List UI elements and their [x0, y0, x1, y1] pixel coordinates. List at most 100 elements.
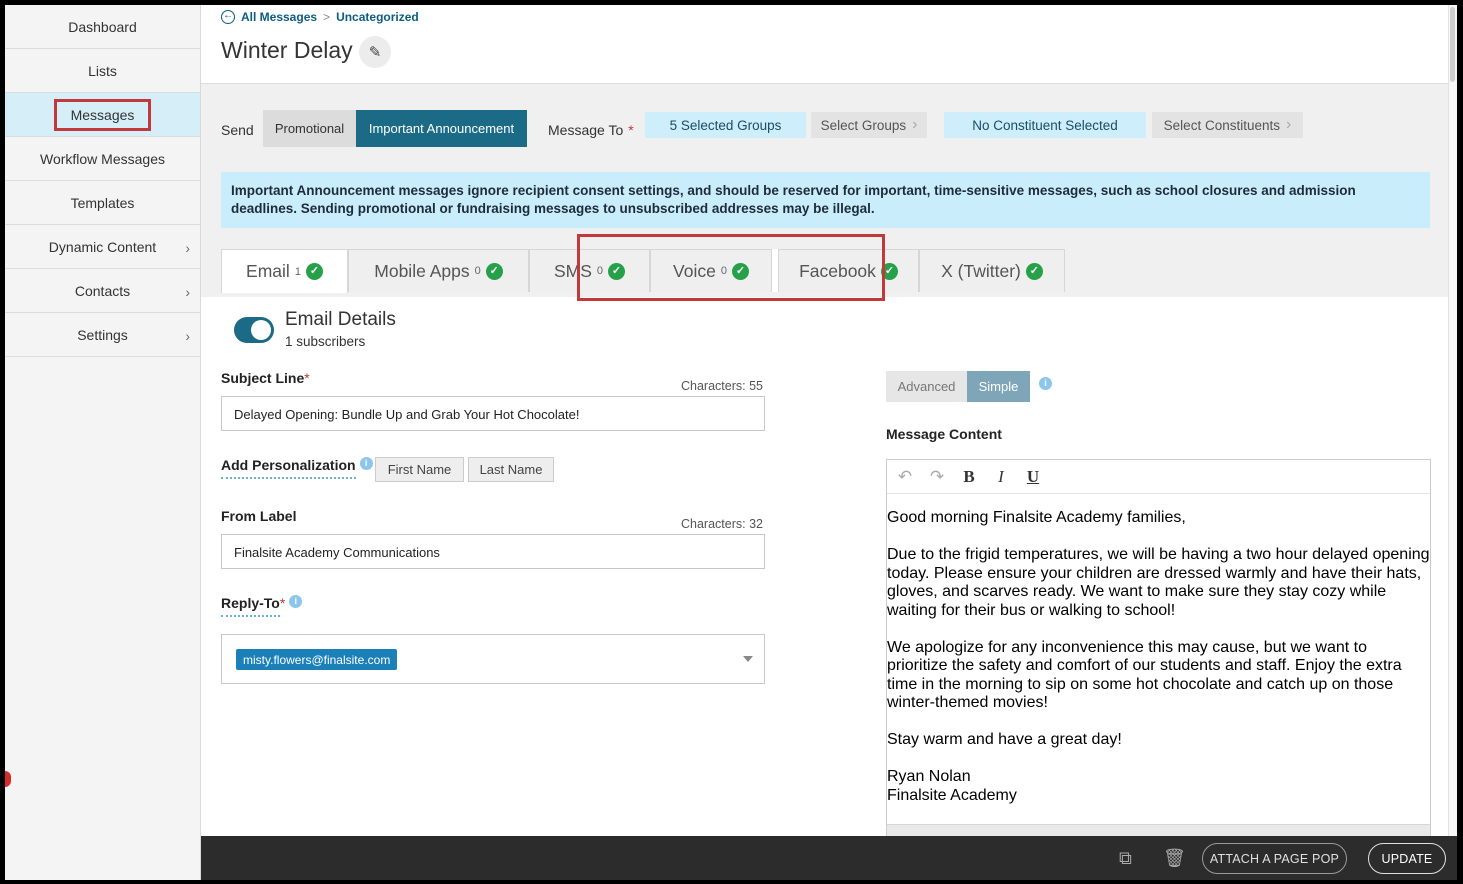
back-arrow-icon[interactable]: ← [221, 10, 235, 24]
tab-count: 0 [474, 265, 481, 277]
tab-x-twitter[interactable]: X (Twitter) ✓ [919, 249, 1065, 292]
editor-body[interactable]: Good morning Finalsite Academy families,… [887, 494, 1430, 805]
info-icon[interactable]: i [359, 457, 373, 470]
subject-line-input[interactable]: Delayed Opening: Bundle Up and Grab Your… [221, 396, 765, 431]
from-label-input[interactable]: Finalsite Academy Communications [221, 534, 765, 569]
breadcrumb-all-messages[interactable]: All Messages [241, 10, 317, 24]
tab-count: 1 [294, 265, 301, 278]
sidebar-item-templates[interactable]: Templates [5, 181, 200, 225]
sidebar-item-messages[interactable]: Messages [5, 93, 200, 137]
message-content-label: Message Content [886, 426, 1002, 442]
info-icon[interactable]: i [1039, 377, 1052, 390]
info-icon[interactable]: i [289, 595, 303, 608]
reply-to-select[interactable]: misty.flowers@finalsite.com [221, 634, 765, 684]
pencil-icon: ✎ [368, 44, 382, 61]
notification-dot [5, 771, 11, 787]
signature-org: Finalsite Academy [887, 786, 1017, 804]
tab-label: Email [246, 261, 290, 281]
important-announcement-button[interactable]: Important Announcement [356, 110, 527, 147]
subscriber-count: 1 subscribers [285, 334, 366, 349]
from-label-label: From Label [221, 508, 297, 524]
social-tabs-highlight [577, 234, 885, 301]
update-button[interactable]: UPDATE [1368, 843, 1446, 874]
reply-to-label: Reply-To* i [221, 595, 303, 617]
attach-page-pop-button[interactable]: ATTACH A PAGE POP [1202, 843, 1347, 874]
sidebar-item-workflow-messages[interactable]: Workflow Messages [5, 137, 200, 181]
selected-groups-badge[interactable]: 5 Selected Groups [645, 112, 806, 138]
tab-mobile-apps[interactable]: Mobile Apps 0 ✓ [348, 249, 529, 292]
underline-icon[interactable]: U [1023, 467, 1043, 487]
message-paragraph: Good morning Finalsite Academy families, [887, 509, 1186, 526]
main-content: ← All Messages > Uncategorized Winter De… [201, 5, 1448, 880]
email-enabled-toggle[interactable] [234, 317, 274, 343]
select-groups-button[interactable]: Select Groups [811, 112, 927, 138]
from-char-count: Characters: 32 [681, 517, 763, 531]
sidebar-item-settings[interactable]: Settings › [5, 313, 200, 357]
action-bar: ⧉ 🗑 ATTACH A PAGE POP UPDATE [201, 836, 1457, 880]
trash-icon[interactable]: 🗑 [1163, 848, 1186, 869]
edit-title-button[interactable]: ✎ [359, 36, 391, 68]
breadcrumb-separator: > [323, 10, 331, 24]
subject-line-label: Subject Line* [221, 370, 310, 386]
reply-to-tag[interactable]: misty.flowers@finalsite.com [236, 649, 398, 670]
message-to-text: Message To [548, 122, 624, 138]
sidebar-item-label: Workflow Messages [39, 150, 165, 167]
message-to-label: Message To * [548, 122, 634, 138]
sidebar-item-dynamic-content[interactable]: Dynamic Content › [5, 225, 200, 269]
promotional-button[interactable]: Promotional [263, 110, 356, 147]
sidebar-item-label: Settings [77, 326, 128, 343]
italic-icon[interactable]: I [991, 467, 1011, 487]
message-editor[interactable]: ↶ ↷ B I U Good morning Finalsite Academy… [886, 459, 1431, 839]
personalization-text: Add Personalization [221, 457, 356, 479]
add-personalization-label: Add Personalization i [221, 457, 373, 479]
sidebar-item-label: Lists [88, 62, 117, 79]
reply-to-text: Reply-To [221, 595, 280, 617]
chevron-right-icon: › [185, 328, 190, 344]
first-name-button[interactable]: First Name [375, 457, 464, 482]
check-icon: ✓ [305, 263, 323, 280]
sidebar-item-label: Templates [70, 194, 135, 211]
redo-icon[interactable]: ↷ [927, 467, 947, 487]
tab-label: X (Twitter) [941, 260, 1021, 281]
email-details-title: Email Details [285, 309, 396, 330]
sidebar-item-dashboard[interactable]: Dashboard [5, 5, 200, 49]
required-mark: * [304, 370, 310, 386]
tab-label: Mobile Apps [374, 260, 470, 281]
sidebar-item-label: Contacts [74, 282, 131, 299]
last-name-button[interactable]: Last Name [468, 457, 554, 482]
message-paragraph: Stay warm and have a great day! [887, 731, 1122, 748]
sidebar-item-label: Dynamic Content [48, 238, 157, 255]
sidebar: Dashboard Lists Messages Workflow Messag… [5, 5, 201, 880]
send-label: Send [221, 122, 254, 138]
app-window: Dashboard Lists Messages Workflow Messag… [5, 5, 1457, 880]
message-paragraph: We apologize for any inconvenience this … [887, 638, 1402, 712]
subject-char-count: Characters: 55 [681, 379, 763, 393]
sidebar-item-label: Dashboard [68, 18, 137, 35]
required-mark: * [279, 595, 286, 611]
scrollbar-thumb[interactable] [1450, 7, 1455, 82]
move-icon[interactable]: ⧉ [1119, 848, 1132, 869]
editor-toolbar: ↶ ↷ B I U [887, 460, 1430, 494]
tab-email[interactable]: Email 1 ✓ [221, 249, 348, 293]
check-icon: ✓ [1025, 262, 1043, 280]
signature-name: Ryan Nolan [887, 768, 971, 785]
select-constituents-button[interactable]: Select Constituents [1152, 112, 1303, 138]
sidebar-item-lists[interactable]: Lists [5, 49, 200, 93]
important-notice: Important Announcement messages ignore r… [221, 172, 1430, 228]
breadcrumb-uncategorized[interactable]: Uncategorized [336, 10, 419, 24]
simple-mode-button[interactable]: Simple [967, 371, 1030, 402]
sidebar-item-contacts[interactable]: Contacts › [5, 269, 200, 313]
undo-icon[interactable]: ↶ [895, 467, 915, 487]
chevron-down-icon[interactable] [743, 656, 753, 662]
message-paragraph: Due to the frigid temperatures, we will … [887, 546, 1430, 619]
subject-label-text: Subject Line [221, 370, 305, 386]
sidebar-item-label: Messages [53, 98, 152, 131]
bold-icon[interactable]: B [959, 467, 979, 487]
advanced-mode-button[interactable]: Advanced [886, 371, 967, 402]
breadcrumb: ← All Messages > Uncategorized [221, 10, 419, 24]
chevron-right-icon: › [185, 284, 190, 300]
scrollbar[interactable] [1448, 5, 1457, 880]
chevron-right-icon: › [185, 240, 190, 256]
constituent-badge[interactable]: No Constituent Selected [944, 112, 1146, 138]
required-mark: * [628, 122, 634, 138]
